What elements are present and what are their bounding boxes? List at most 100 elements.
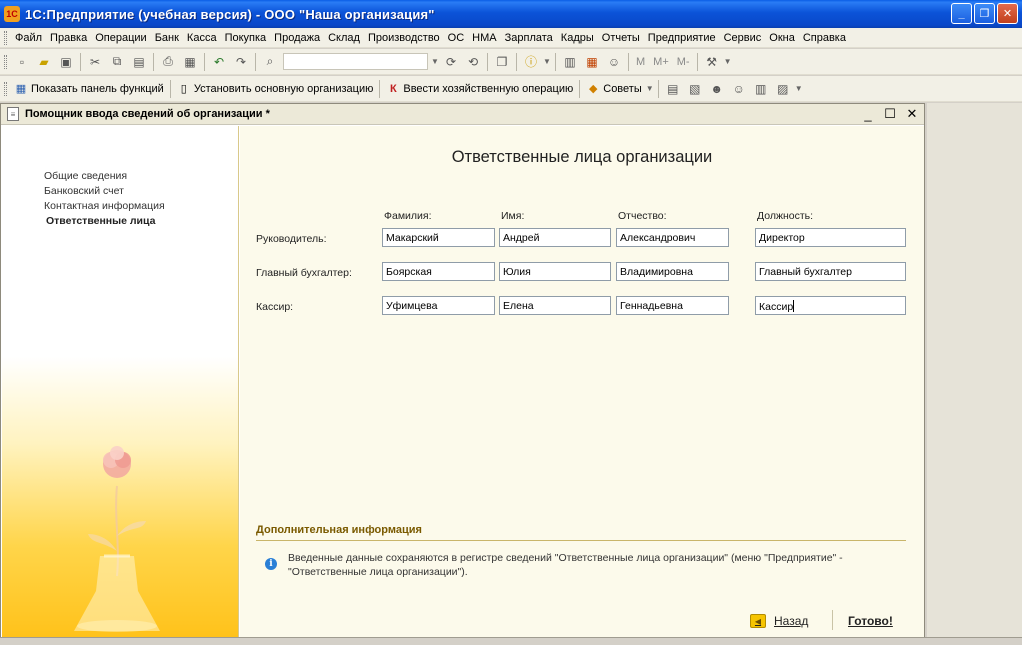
tools-dropdown-icon[interactable]: ▼ xyxy=(723,53,733,70)
menu-service[interactable]: Сервис xyxy=(720,32,766,44)
memory-minus-button[interactable]: M- xyxy=(677,56,690,68)
cashier-position-field[interactable]: Кассир xyxy=(755,296,906,315)
accountant-middle-name-field[interactable]: Владимировна xyxy=(616,262,729,281)
column-header-first-name: Имя: xyxy=(501,210,525,222)
menu-windows[interactable]: Окна xyxy=(765,32,799,44)
open-folder-icon[interactable]: ▰ xyxy=(36,54,52,70)
structure-icon[interactable]: ▧ xyxy=(687,81,703,97)
print-preview-icon[interactable]: ▦ xyxy=(182,54,198,70)
employees-icon[interactable]: ☻ xyxy=(709,81,725,97)
toolbar-separator xyxy=(516,52,517,71)
toolbar-grip-icon xyxy=(4,81,7,96)
calendar-icon[interactable]: ▦ xyxy=(584,54,600,70)
menu-fixed-assets[interactable]: ОС xyxy=(444,32,469,44)
cut-icon[interactable]: ✂ xyxy=(87,54,103,70)
director-first-name-field[interactable]: Андрей xyxy=(499,228,611,247)
director-last-name-field[interactable]: Макарский xyxy=(382,228,495,247)
menu-bank[interactable]: Банк xyxy=(151,32,183,44)
cashier-first-name-field[interactable]: Елена xyxy=(499,296,611,315)
accountant-last-name-field[interactable]: Боярская xyxy=(382,262,495,281)
redo-icon[interactable]: ↷ xyxy=(233,54,249,70)
menu-production[interactable]: Производство xyxy=(364,32,444,44)
journal-icon[interactable]: ▥ xyxy=(753,81,769,97)
assistant-window-title: Помощник ввода сведений об организации * xyxy=(25,108,270,120)
menu-hr[interactable]: Кадры xyxy=(557,32,598,44)
window-title: 1С:Предприятие (учебная версия) - ООО "Н… xyxy=(25,6,435,22)
step-responsible-persons[interactable]: Ответственные лица xyxy=(46,214,165,229)
column-header-last-name: Фамилия: xyxy=(384,210,432,222)
restore-button[interactable]: ❐ xyxy=(974,3,995,24)
step-contact-info[interactable]: Контактная информация xyxy=(44,199,165,214)
doc-close-button[interactable]: ✕ xyxy=(904,106,920,122)
memory-button[interactable]: M xyxy=(636,56,645,68)
users-icon[interactable]: ☺ xyxy=(606,54,622,70)
more-dropdown-icon[interactable]: ▼ xyxy=(794,80,804,97)
find-prev-icon[interactable]: ⟲ xyxy=(465,54,481,70)
find-next-icon[interactable]: ⟳ xyxy=(443,54,459,70)
cashier-last-name-field[interactable]: Уфимцева xyxy=(382,296,495,315)
search-input[interactable] xyxy=(283,53,428,70)
tools-icon[interactable]: ⚒ xyxy=(704,54,720,70)
new-document-icon[interactable]: ▫ xyxy=(14,54,30,70)
operation-icon: К xyxy=(390,82,397,95)
empty-workspace-area xyxy=(927,103,1022,643)
document-icon: ▯ xyxy=(180,83,187,95)
tips-button[interactable]: ◆ Советы xyxy=(583,79,644,99)
arrow-left-icon: ◀ xyxy=(750,614,766,628)
set-main-org-button[interactable]: ▯ Установить основную организацию xyxy=(174,79,377,99)
tips-dropdown-icon[interactable]: ▼ xyxy=(645,80,655,97)
menu-warehouse[interactable]: Склад xyxy=(324,32,364,44)
toolbar-separator xyxy=(579,79,581,98)
menu-edit[interactable]: Правка xyxy=(46,32,91,44)
print-icon[interactable]: ⎙ xyxy=(160,54,176,70)
steps-panel: Общие сведения Банковский счет Контактна… xyxy=(2,126,239,638)
report-icon[interactable]: ▤ xyxy=(665,81,681,97)
menu-cash[interactable]: Касса xyxy=(183,32,221,44)
menu-purchase[interactable]: Покупка xyxy=(221,32,271,44)
enter-operation-button[interactable]: К Ввести хозяйственную операцию xyxy=(383,79,576,99)
toolbar-separator xyxy=(696,52,698,71)
toolbar-separator xyxy=(204,52,205,71)
accountant-position-field[interactable]: Главный бухгалтер xyxy=(755,262,906,281)
show-function-panel-button[interactable]: ▦ Показать панель функций xyxy=(11,79,167,99)
menu-sales[interactable]: Продажа xyxy=(270,32,324,44)
menu-intangibles[interactable]: НМА xyxy=(468,32,500,44)
accountant-first-name-field[interactable]: Юлия xyxy=(499,262,611,281)
doc-maximize-button[interactable]: ☐ xyxy=(882,106,898,122)
additional-info-divider xyxy=(256,540,906,541)
doc-minimize-button[interactable]: _ xyxy=(860,106,876,122)
paste-icon[interactable]: ▤ xyxy=(131,54,147,70)
search-dropdown-icon[interactable]: ▼ xyxy=(430,53,440,70)
menu-enterprise[interactable]: Предприятие xyxy=(644,32,720,44)
done-button[interactable]: Готово! xyxy=(848,614,893,628)
back-button-label: Назад xyxy=(774,614,809,628)
calculator-icon[interactable]: ▥ xyxy=(562,54,578,70)
director-middle-name-field[interactable]: Александрович xyxy=(616,228,729,247)
cashier-middle-name-field[interactable]: Геннадьевна xyxy=(616,296,729,315)
enter-operation-label: Ввести хозяйственную операцию xyxy=(403,82,574,95)
director-position-field[interactable]: Директор xyxy=(755,228,906,247)
info-dropdown-icon[interactable]: ▼ xyxy=(542,53,552,70)
staff-icon[interactable]: ☺ xyxy=(731,81,747,97)
back-button[interactable]: ◀ Назад xyxy=(750,614,808,628)
step-general-info[interactable]: Общие сведения xyxy=(44,169,165,184)
settings-icon[interactable]: ▨ xyxy=(775,81,791,97)
undo-icon[interactable]: ↶ xyxy=(211,54,227,70)
info-icon[interactable]: ⓘ xyxy=(523,54,539,70)
menu-reports[interactable]: Отчеты xyxy=(598,32,644,44)
search-icon[interactable]: ⌕ xyxy=(262,54,278,70)
menu-file[interactable]: Файл xyxy=(11,32,46,44)
minimize-button[interactable]: _ xyxy=(951,3,972,24)
step-bank-account[interactable]: Банковский счет xyxy=(44,184,165,199)
close-button[interactable]: ✕ xyxy=(997,3,1018,24)
save-icon[interactable]: ▣ xyxy=(58,54,74,70)
menu-salary[interactable]: Зарплата xyxy=(501,32,557,44)
memory-plus-button[interactable]: M+ xyxy=(653,56,669,68)
assistant-window: ≡ Помощник ввода сведений об организации… xyxy=(0,103,925,639)
menu-operations[interactable]: Операции xyxy=(91,32,150,44)
workspace: ≡ Помощник ввода сведений об организации… xyxy=(0,103,1022,645)
windows-icon[interactable]: ❐ xyxy=(494,54,510,70)
menu-help[interactable]: Справка xyxy=(799,32,850,44)
copy-icon[interactable]: ⧉ xyxy=(109,54,125,70)
row-label-chief-accountant: Главный бухгалтер: xyxy=(256,267,352,279)
